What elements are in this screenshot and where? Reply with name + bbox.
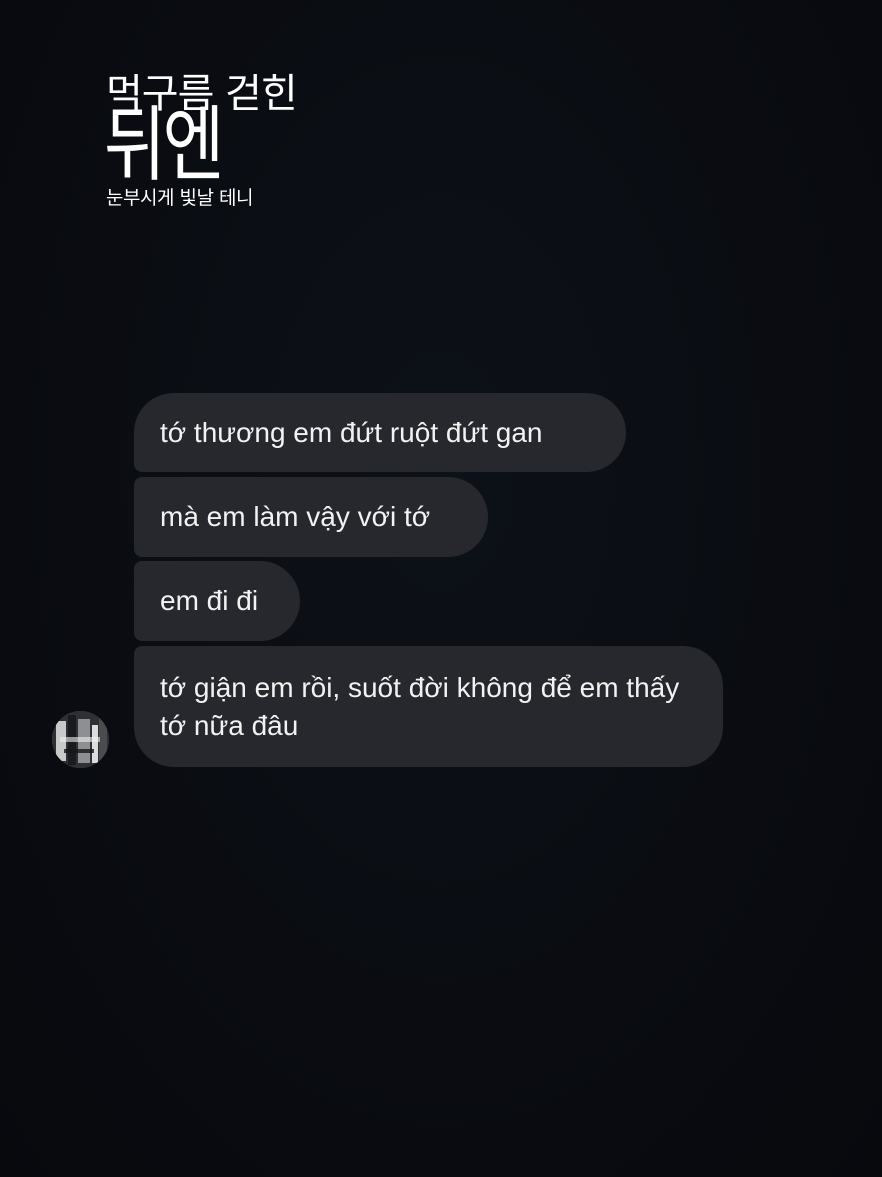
message-bubble[interactable]: tớ giận em rồi, suốt đời không để em thấ… (134, 646, 723, 767)
message-text: mà em làm vậy với tớ (160, 501, 431, 532)
contact-avatar[interactable] (52, 711, 109, 768)
message-text: tớ thương em đứt ruột đứt gan (160, 416, 543, 448)
message-bubble[interactable]: em đi đi (134, 561, 300, 641)
message-text: em đi đi (160, 585, 259, 616)
avatar-photo-icon (52, 711, 109, 768)
message-bubble[interactable]: mà em làm vậy với tớ (134, 477, 488, 557)
message-thread: tớ thương em đứt ruột đứt gan mà em làm … (0, 0, 882, 1177)
message-bubble[interactable]: tớ thương em đứt ruột đứt gan (134, 393, 626, 472)
message-text: tớ giận em rồi, suốt đời không để em thấ… (160, 671, 680, 741)
chat-screen: 먹구름 걷힌 뒤엔 눈부시게 빛날 테니 tớ thương em đứt ru… (0, 0, 882, 1177)
